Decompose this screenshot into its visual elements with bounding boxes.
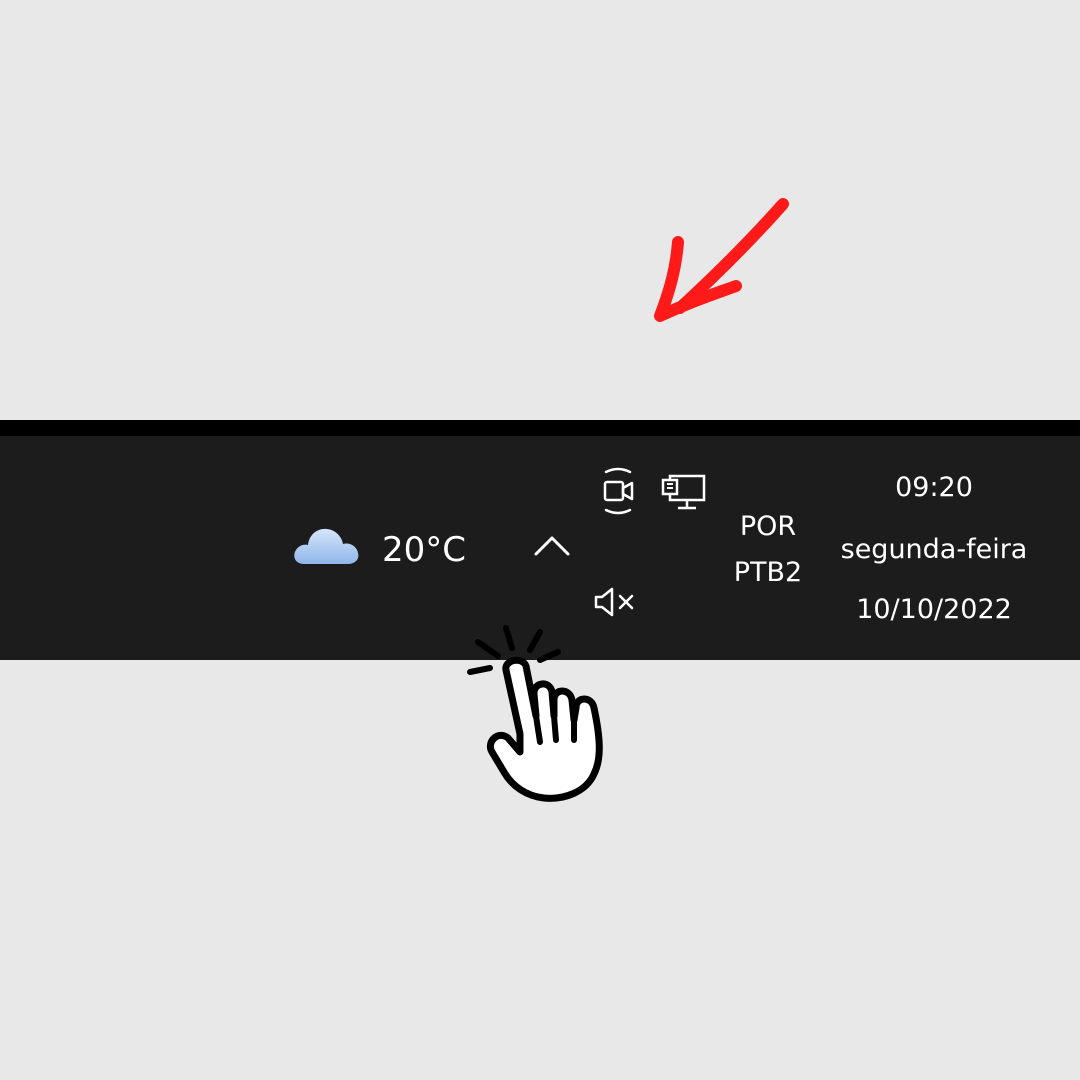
clock-time: 09:20 xyxy=(895,472,973,503)
keyboard-layout: PTB2 xyxy=(733,557,803,588)
screenshot-canvas: 20°C POR PTB2 09:20 segunda-feira 10/10/… xyxy=(0,0,1080,1080)
network-monitor-icon[interactable] xyxy=(660,472,708,514)
hand-pointer-click-icon xyxy=(467,625,603,802)
cloud-icon[interactable] xyxy=(290,518,364,570)
clock-date: 10/10/2022 xyxy=(856,594,1012,625)
red-arrow-icon xyxy=(654,198,789,322)
taskbar-top-border xyxy=(0,420,1080,436)
meet-now-camera-icon[interactable] xyxy=(600,466,636,516)
clock-weekday: segunda-feira xyxy=(840,534,1028,565)
weather-temperature[interactable]: 20°C xyxy=(382,528,466,572)
language-code: POR xyxy=(739,511,797,542)
input-language-indicator[interactable]: POR PTB2 xyxy=(728,504,808,596)
volume-muted-icon[interactable] xyxy=(590,582,640,622)
chevron-up-icon[interactable] xyxy=(530,530,574,562)
